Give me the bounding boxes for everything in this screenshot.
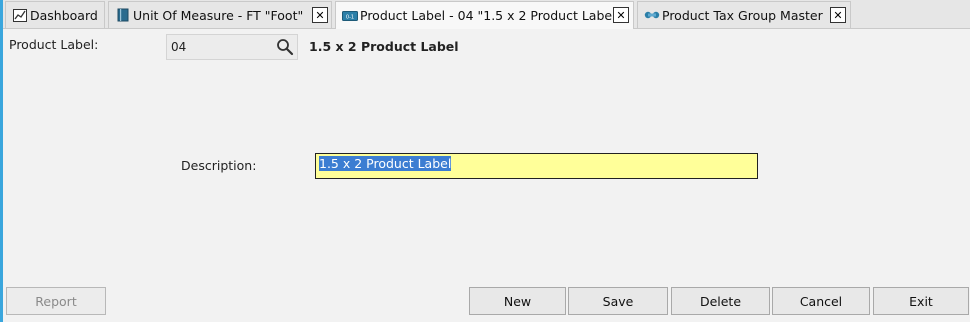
product-label-name: 1.5 x 2 Product Label [309,39,459,54]
report-button[interactable]: Report [6,287,106,315]
tab-bar: Dashboard Unit Of Measure - FT "Foot" ✕ … [3,0,970,29]
line-chart-icon [12,8,28,22]
tab-product-label[interactable]: 0-1 Product Label - 04 "1.5 x 2 Product … [335,1,634,29]
product-label-input[interactable] [171,38,271,56]
exit-button[interactable]: Exit [873,287,969,315]
description-input[interactable]: 1.5 x 2 Product Label [315,153,758,179]
tab-product-tax-group-master[interactable]: Product Tax Group Master ✕ [637,1,851,28]
book-icon [115,8,131,22]
description-value: 1.5 x 2 Product Label [319,156,452,171]
tax-group-icon [644,8,660,22]
product-label-caption: Product Label: [9,37,99,52]
product-label-lookup [166,34,298,60]
close-tab-button[interactable]: ✕ [613,7,629,23]
close-tab-button[interactable]: ✕ [312,7,328,23]
tab-label: Unit Of Measure - FT "Foot" [133,7,304,23]
delete-button[interactable]: Delete [671,287,770,315]
close-tab-button[interactable]: ✕ [830,7,846,23]
tab-label: Dashboard [30,7,98,23]
tab-label: Product Tax Group Master [662,7,823,23]
new-button[interactable]: New [469,287,566,315]
save-button[interactable]: Save [568,287,668,315]
description-caption: Description: [181,158,257,173]
window-accent-stripe [0,0,3,322]
tab-dashboard[interactable]: Dashboard [5,1,105,28]
label-icon: 0-1 [342,9,358,23]
svg-text:0-1: 0-1 [346,14,354,20]
cancel-button[interactable]: Cancel [772,287,870,315]
tab-label: Product Label - 04 "1.5 x 2 Product Labe… [360,8,616,23]
search-icon[interactable] [276,38,294,56]
tab-unit-of-measure[interactable]: Unit Of Measure - FT "Foot" ✕ [108,1,332,28]
